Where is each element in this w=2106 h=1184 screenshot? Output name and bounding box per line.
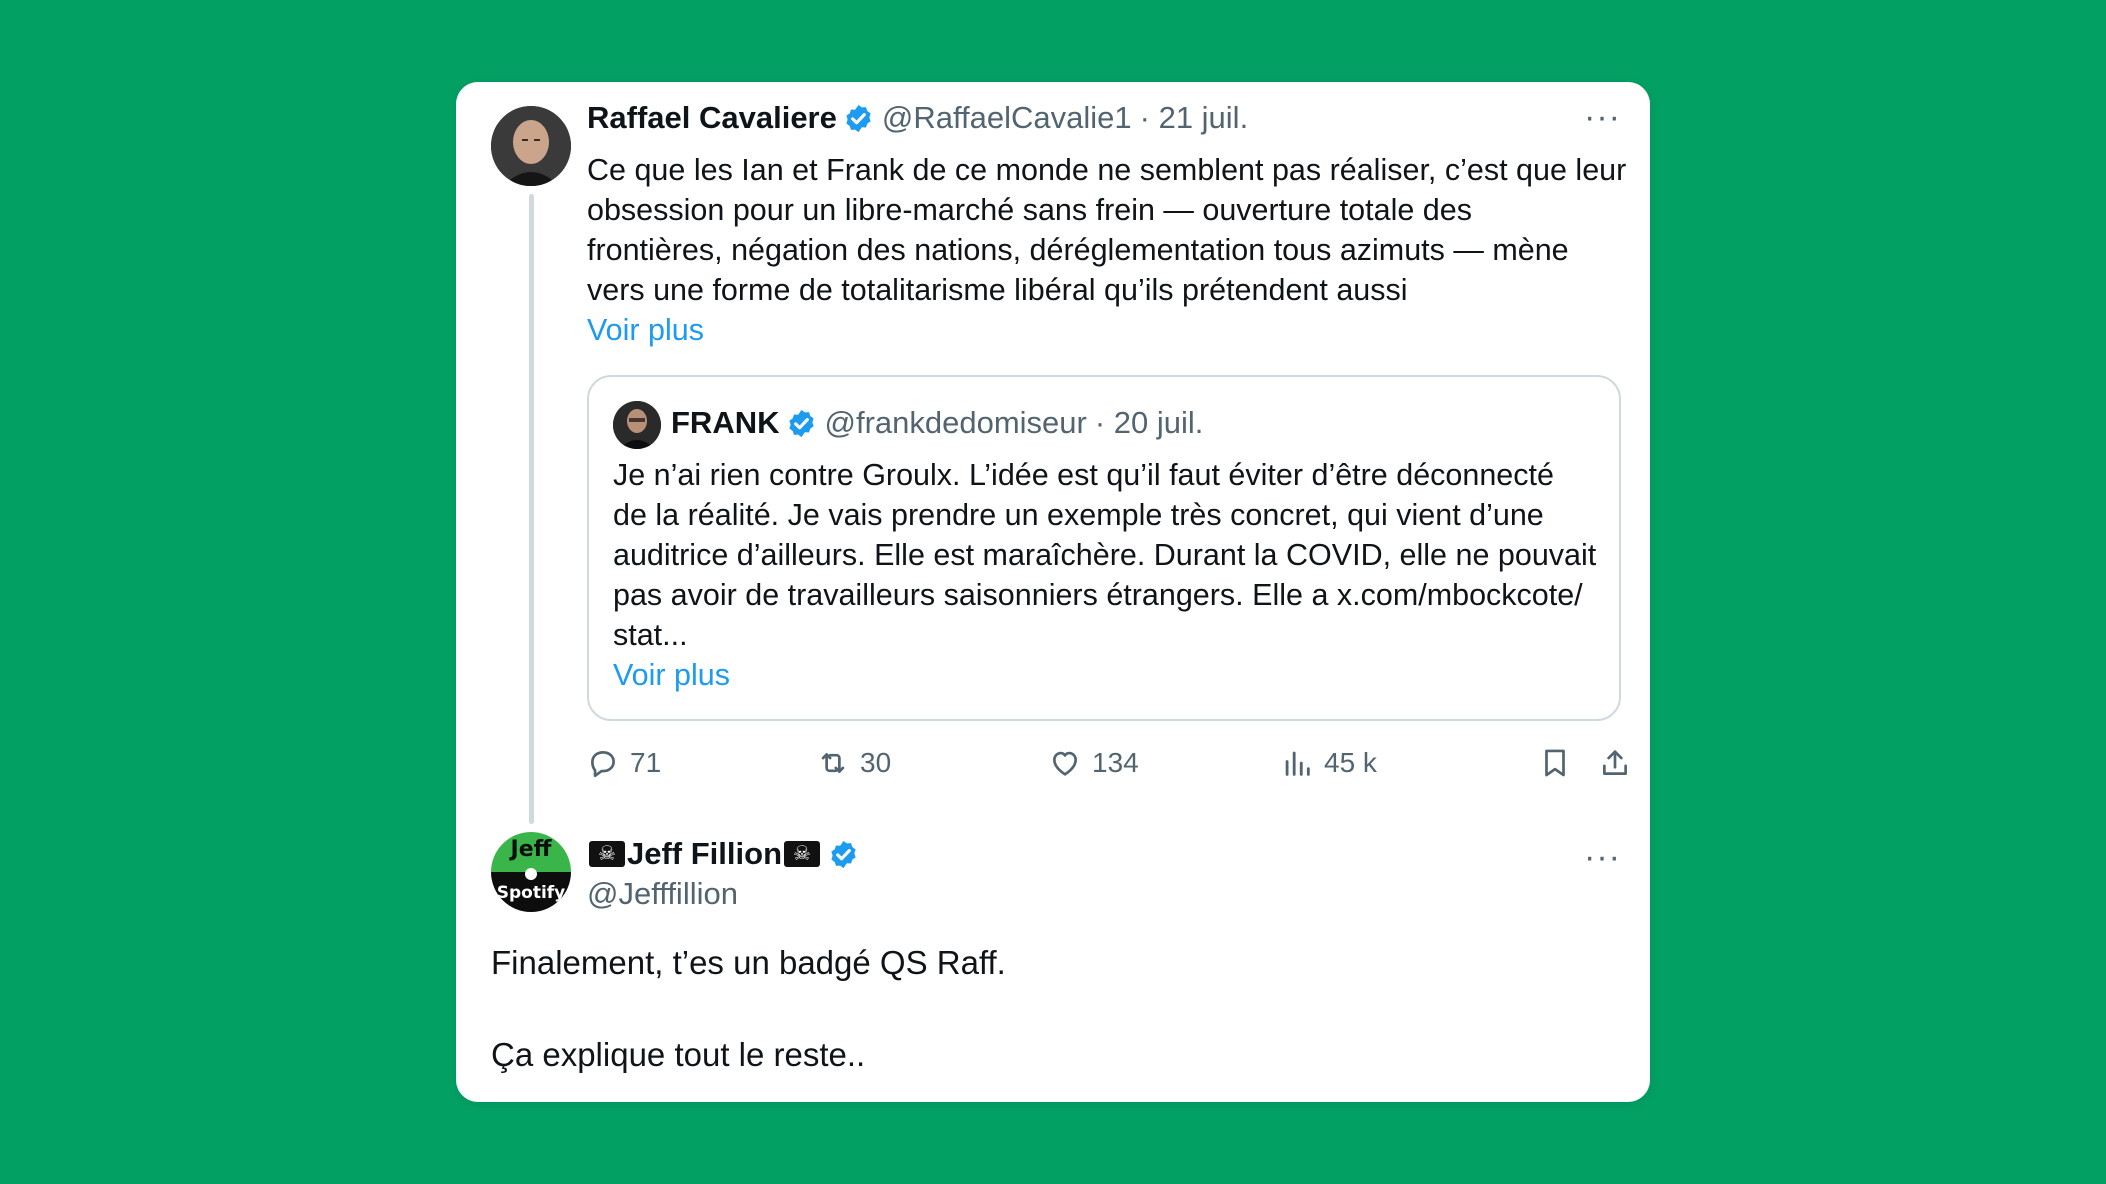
reply-button[interactable]: 71 [586, 746, 661, 780]
reply-header: ☠ Jeff Fillion ☠ [587, 834, 867, 874]
tweet-date[interactable]: · 21 juil. [1140, 98, 1249, 138]
quote-text: Je n’ai rien contre Groulx. L’idée est q… [613, 455, 1613, 695]
bookmark-button[interactable] [1538, 746, 1572, 780]
avatar-text-bottom: Spotify [497, 883, 566, 903]
like-button[interactable]: 134 [1048, 746, 1139, 780]
reply-author-handle[interactable]: @Jefffillion [587, 874, 738, 914]
frank-avatar [613, 401, 661, 449]
views-count: 45 k [1324, 747, 1377, 778]
like-count: 134 [1092, 747, 1139, 778]
like-icon [1053, 751, 1077, 776]
quote-author-handle: @frankdedomiseur [824, 405, 1087, 440]
author-name[interactable]: Raffael Cavaliere [587, 98, 837, 138]
tweet-text-line: Ce que les Ian et Frank de ce monde ne s… [587, 153, 1627, 187]
reply-text: Finalement, t’es un badgé QS Raff. Ça ex… [491, 940, 1611, 1078]
quoted-tweet[interactable]: FRANK @frankdedomiseur · 20 juil. Je n’a… [587, 375, 1621, 721]
quote-date: · 20 juil. [1094, 405, 1204, 440]
author-handle[interactable]: @RaffaelCavalie1 [882, 98, 1132, 138]
share-button[interactable] [1598, 746, 1632, 780]
quote-author-name: FRANK [671, 405, 780, 440]
retweet-icon [821, 753, 845, 773]
verified-badge-icon [843, 103, 874, 134]
retweet-button[interactable]: 30 [816, 746, 891, 780]
quote-show-more-link[interactable]: Voir plus [613, 655, 1613, 695]
reply-text-line: Ça explique tout le reste.. [491, 1036, 866, 1073]
tweet-card: Raffael Cavaliere @RaffaelCavalie1 · 21 … [456, 82, 1650, 1102]
reply-author-name[interactable]: Jeff Fillion [627, 834, 782, 874]
views-icon [1285, 751, 1310, 776]
thread-line [529, 194, 534, 824]
tweet-text-line: vers une forme de totalitarisme libéral … [587, 273, 1408, 307]
retweet-count: 30 [860, 747, 892, 778]
more-icon[interactable]: ··· [1584, 100, 1621, 134]
tweet-actions: 71 30 134 45 k [586, 746, 1627, 790]
verified-badge-icon [786, 408, 817, 439]
raffael-avatar[interactable] [491, 106, 571, 186]
pirate-flag-icon: ☠ [589, 841, 625, 867]
tweet-text: Ce que les Ian et Frank de ce monde ne s… [587, 150, 1637, 350]
reply-text-spacer [491, 986, 1611, 1032]
quote-text-line: stat... [613, 618, 688, 652]
reply-count: 71 [630, 747, 662, 778]
quote-header: FRANK @frankdedomiseur · 20 juil. [671, 403, 1203, 443]
reply-text-line: Finalement, t’es un badgé QS Raff. [491, 944, 1006, 981]
share-icon [1603, 750, 1627, 775]
reply-icon [591, 751, 615, 778]
jeff-avatar[interactable]: Jeff Spotify [491, 832, 571, 912]
quote-text-line: auditrice d’ailleurs. Elle est maraîchèr… [613, 538, 1597, 572]
show-more-link[interactable]: Voir plus [587, 310, 1637, 350]
quote-text-line: pas avoir de travailleurs saisonniers ét… [613, 578, 1583, 612]
quote-text-line: de la réalité. Je vais prendre un exempl… [613, 498, 1544, 532]
bookmark-icon [1545, 749, 1565, 777]
more-icon[interactable]: ··· [1584, 840, 1621, 874]
views-button[interactable]: 45 k [1280, 746, 1377, 780]
pirate-flag-icon: ☠ [784, 841, 820, 867]
quote-text-line: Je n’ai rien contre Groulx. L’idée est q… [613, 458, 1554, 492]
verified-badge-icon [828, 839, 859, 870]
tweet-text-line: obsession pour un libre-marché sans frei… [587, 193, 1472, 227]
tweet-text-line: frontières, négation des nations, dérégl… [587, 233, 1569, 267]
avatar-text-top: Jeff [509, 837, 553, 862]
tweet-header: Raffael Cavaliere @RaffaelCavalie1 · 21 … [587, 98, 1248, 138]
